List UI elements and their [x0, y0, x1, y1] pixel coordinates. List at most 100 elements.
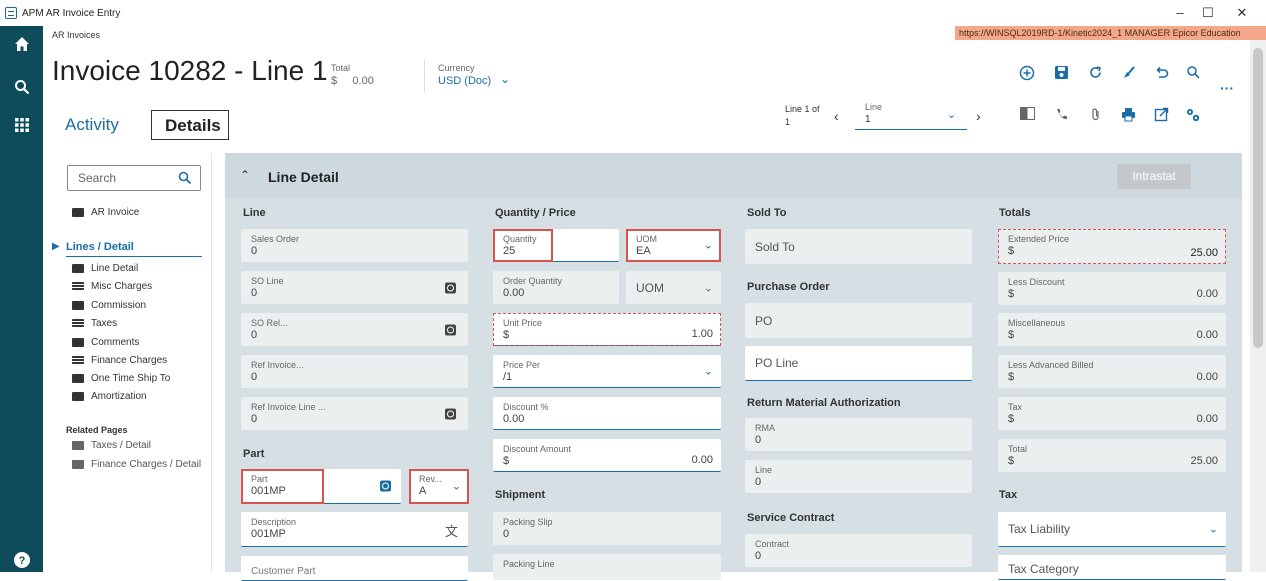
more-options-icon[interactable]: ···	[1218, 80, 1236, 98]
discount-percent-field[interactable]: Discount % 0.00	[493, 397, 721, 430]
po-field[interactable]: PO	[745, 303, 972, 338]
maximize-button[interactable]: ☐	[1196, 5, 1220, 21]
order-uom-chevron-down-icon[interactable]: ⌄	[704, 281, 713, 294]
navigation-panel: Search AR Invoice ▶ Lines / Detail Line …	[52, 153, 212, 572]
next-line-chevron-icon[interactable]: ›	[976, 108, 981, 124]
so-rel-field[interactable]: SO Rel... 0	[241, 313, 468, 346]
nav-lines-detail[interactable]: Lines / Detail	[66, 241, 202, 257]
line-chevron-down-icon[interactable]: ⌄	[947, 108, 956, 121]
nav-related-finance-charges[interactable]: Finance Charges / Detail	[72, 459, 201, 470]
apps-grid-icon[interactable]	[0, 118, 43, 137]
commission-icon	[72, 300, 84, 310]
scrollbar-thumb[interactable]	[1253, 48, 1263, 348]
nav-ar-invoice[interactable]: AR Invoice	[72, 207, 139, 218]
page-icon	[72, 440, 84, 450]
order-uom-select[interactable]: UOM ⌄	[626, 271, 721, 304]
sales-order-field[interactable]: Sales Order 0	[241, 229, 468, 262]
vertical-scrollbar[interactable]	[1250, 40, 1266, 572]
po-line-field[interactable]: PO Line	[745, 346, 972, 381]
total-label: Total	[331, 63, 351, 73]
intrastat-button[interactable]: Intrastat	[1117, 164, 1191, 189]
clear-icon[interactable]	[1119, 65, 1137, 83]
part-heading: Part	[243, 448, 265, 460]
sold-to-heading: Sold To	[747, 207, 787, 219]
packing-slip-field[interactable]: Packing Slip 0	[493, 512, 721, 545]
line-detail-header	[225, 153, 1242, 198]
lookup-icon[interactable]	[445, 408, 456, 419]
undo-icon[interactable]	[1152, 65, 1170, 83]
lookup-icon[interactable]	[445, 282, 456, 293]
price-per-select[interactable]: Price Per /1 ⌄	[493, 355, 721, 388]
attachment-icon[interactable]	[1086, 107, 1104, 125]
rma-field[interactable]: RMA 0	[745, 418, 972, 451]
print-icon[interactable]	[1119, 107, 1137, 125]
window-title: APM AR Invoice Entry	[22, 8, 121, 19]
collapse-chevron-up-icon[interactable]: ⌃	[240, 168, 250, 182]
close-button[interactable]: ✕	[1230, 5, 1254, 21]
nav-comments[interactable]: Comments	[72, 337, 139, 348]
ref-invoice-field[interactable]: Ref Invoice... 0	[241, 355, 468, 388]
description-field[interactable]: Description 001MP 文	[241, 512, 468, 547]
purchase-order-heading: Purchase Order	[747, 281, 830, 293]
order-quantity-field[interactable]: Order Quantity 0.00	[493, 271, 619, 304]
customer-part-field[interactable]: Customer Part	[241, 556, 468, 581]
minimize-button[interactable]: –	[1168, 5, 1192, 20]
help-icon[interactable]: ?	[0, 552, 43, 573]
nav-ar-invoice-label: AR Invoice	[91, 207, 140, 218]
nav-related-taxes-detail[interactable]: Taxes / Detail	[72, 440, 151, 451]
prev-line-chevron-icon[interactable]: ‹	[834, 108, 839, 124]
nav-commission-label: Commission	[91, 300, 147, 311]
translate-icon[interactable]: 文	[445, 521, 458, 540]
add-new-icon[interactable]	[1018, 65, 1036, 83]
price-per-value: /1	[503, 371, 513, 383]
nav-commission[interactable]: Commission	[72, 300, 146, 311]
lookup-icon[interactable]	[445, 324, 456, 335]
nav-one-time-ship-to[interactable]: One Time Ship To	[72, 373, 170, 384]
so-line-field[interactable]: SO Line 0	[241, 271, 468, 304]
ship-to-icon	[72, 373, 84, 383]
nav-misc-charges[interactable]: Misc Charges	[72, 281, 152, 292]
discount-amount-field[interactable]: Discount Amount $ 0.00	[493, 439, 721, 472]
save-icon[interactable]	[1052, 65, 1070, 83]
part-lookup-icon[interactable]	[380, 480, 391, 492]
nav-taxes[interactable]: Taxes	[72, 318, 117, 329]
rma-line-field[interactable]: Line 0	[745, 460, 972, 493]
home-icon[interactable]	[0, 36, 43, 57]
tax-liability-chevron-down-icon[interactable]: ⌄	[1209, 523, 1218, 536]
breadcrumb[interactable]: AR Invoices	[52, 30, 100, 40]
total-field: Total $ 25.00	[998, 439, 1226, 472]
line-select[interactable]: Line 1 ⌄	[855, 98, 967, 130]
tab-activity[interactable]: Activity	[52, 110, 132, 140]
currency-value[interactable]: USD (Doc)	[438, 75, 491, 87]
tax-category-select[interactable]: Tax Category	[998, 555, 1226, 580]
line-heading: Line	[243, 207, 266, 219]
tab-details[interactable]: Details	[151, 110, 229, 140]
open-external-icon[interactable]	[1152, 107, 1170, 125]
search-icon[interactable]	[178, 171, 192, 185]
sold-to-field[interactable]: Sold To	[745, 229, 972, 264]
app-icon	[5, 7, 17, 19]
ref-invoice-line-field[interactable]: Ref Invoice Line ... 0	[241, 397, 468, 430]
svg-text:?: ?	[18, 555, 25, 567]
search-icon[interactable]	[0, 79, 43, 100]
packing-line-field[interactable]: Packing Line	[493, 554, 721, 580]
description-value: 001MP	[251, 528, 286, 540]
tax-total-currency: $	[1008, 413, 1015, 425]
refresh-icon[interactable]	[1086, 65, 1104, 83]
nav-related-taxes-detail-label: Taxes / Detail	[91, 440, 152, 451]
currency-chevron-down-icon[interactable]: ⌄	[500, 72, 510, 86]
contract-value: 0	[755, 550, 762, 562]
price-per-chevron-down-icon[interactable]: ⌄	[704, 365, 713, 378]
search-records-icon[interactable]	[1184, 65, 1202, 83]
call-log-icon[interactable]	[1052, 107, 1070, 125]
app-rail: ?	[0, 26, 43, 572]
tax-liability-select[interactable]: Tax Liability ⌄	[998, 512, 1226, 547]
contract-field[interactable]: Contract 0	[745, 534, 972, 567]
nav-line-detail[interactable]: Line Detail	[72, 263, 138, 274]
settings-gears-icon[interactable]	[1184, 107, 1202, 125]
nav-search-input[interactable]: Search	[67, 165, 201, 191]
panel-toggle-icon[interactable]	[1018, 107, 1036, 125]
nav-amortization[interactable]: Amortization	[72, 391, 147, 402]
nav-finance-charges[interactable]: Finance Charges	[72, 355, 167, 366]
packing-line-label: Packing Line	[503, 559, 555, 569]
